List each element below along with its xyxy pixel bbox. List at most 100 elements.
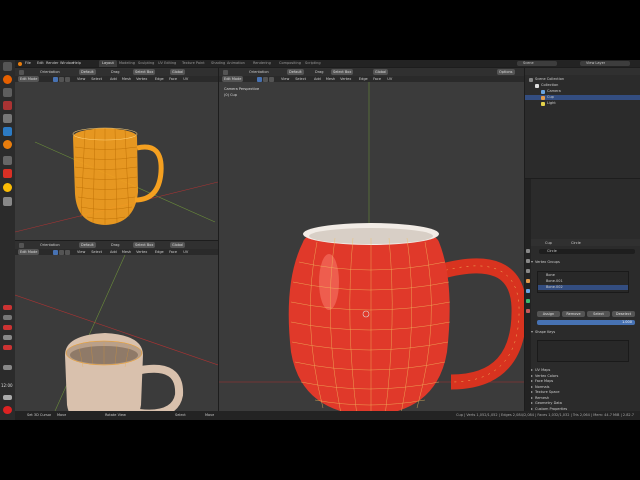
material-tab-icon[interactable]: [526, 309, 530, 313]
transform-pivot-icon[interactable]: [223, 69, 228, 75]
menu-window[interactable]: Window: [60, 60, 74, 67]
vertex-select-icon[interactable]: [53, 249, 58, 255]
object-breadcrumb: Cup: [545, 240, 552, 245]
modifier-tab-icon[interactable]: [526, 289, 530, 293]
outliner-item-cup[interactable]: Cup: [525, 95, 640, 100]
mesh-name-field[interactable]: Circle: [539, 249, 635, 254]
section-label: Geometry Data: [535, 401, 562, 405]
firefox-icon[interactable]: [3, 75, 12, 84]
collapse-arrow-icon: [531, 369, 533, 371]
edge-select-icon[interactable]: [263, 76, 268, 82]
tray-icon[interactable]: [3, 325, 12, 330]
gimp-icon[interactable]: [3, 169, 12, 178]
blender-icon[interactable]: [3, 140, 12, 149]
workspace-tab-rendering[interactable]: Rendering: [253, 60, 271, 67]
volume-icon[interactable]: [3, 365, 12, 370]
vertex-group-item[interactable]: Bone: [538, 273, 628, 278]
transform-pivot-icon[interactable]: [19, 242, 24, 248]
menu-edit[interactable]: Edit: [37, 60, 44, 67]
blender-logo-icon[interactable]: [18, 61, 22, 66]
menu-file[interactable]: File: [25, 60, 31, 67]
face-select-icon[interactable]: [65, 249, 70, 255]
vertex-group-item[interactable]: Bone.002: [538, 285, 628, 290]
tray-icon[interactable]: [3, 315, 12, 320]
select-button[interactable]: Select: [587, 311, 610, 317]
transform-orientation-dropdown[interactable]: Global: [373, 69, 389, 75]
chrome-icon[interactable]: [3, 183, 12, 192]
vertex-select-icon[interactable]: [257, 76, 262, 82]
tool-tab-icon[interactable]: [526, 249, 530, 253]
orientation-dropdown[interactable]: Default: [79, 242, 96, 248]
document-icon[interactable]: [3, 114, 12, 123]
app-menu-icon[interactable]: [3, 62, 12, 71]
workspace-tab-shading[interactable]: Shading: [211, 60, 225, 67]
menu-help[interactable]: Help: [73, 60, 81, 67]
remove-button[interactable]: Remove: [562, 311, 585, 317]
terminal-icon[interactable]: [3, 101, 12, 110]
tray-icon[interactable]: [3, 305, 12, 310]
workspace-tab-compositing[interactable]: Compositing: [279, 60, 301, 67]
face-select-icon[interactable]: [65, 76, 70, 82]
select-box-dropdown[interactable]: Select Box: [133, 69, 156, 75]
workspace-tab-modeling[interactable]: Modeling: [119, 60, 135, 67]
menu-render[interactable]: Render: [46, 60, 58, 67]
scene-selector[interactable]: Scene: [517, 61, 557, 66]
record-icon[interactable]: [3, 406, 12, 414]
collapse-arrow-icon: [531, 402, 533, 404]
workspace-tab-texture-paint[interactable]: Texture Paint: [182, 60, 205, 67]
workspace-tab-animation[interactable]: Animation: [227, 60, 245, 67]
orientation-label: Orientation: [40, 243, 60, 247]
weight-slider[interactable]: 1.000: [537, 320, 635, 325]
view-layer-selector[interactable]: View Layer: [580, 61, 630, 66]
select-box-dropdown[interactable]: Select Box: [331, 69, 354, 75]
edge-select-icon[interactable]: [59, 249, 64, 255]
mesh-data-tab-icon[interactable]: [526, 299, 530, 303]
vertex-groups-section-header[interactable]: Vertex Groups: [531, 259, 638, 265]
face-select-icon[interactable]: [269, 76, 274, 82]
os-dock: 12:00: [0, 60, 15, 420]
viewport-bottom-left[interactable]: Orientation Default Drag Select Box Glob…: [15, 241, 218, 411]
transform-orientation-dropdown[interactable]: Global: [170, 69, 186, 75]
settings-icon[interactable]: [3, 197, 12, 206]
workspace-tab-sculpting[interactable]: Sculpting: [138, 60, 154, 67]
top-menu-bar: File Edit Render Window Help Layout Modeling S…: [15, 60, 640, 67]
drag-label: Drag: [111, 243, 120, 247]
assign-button[interactable]: Assign: [537, 311, 560, 317]
drag-label: Drag: [111, 70, 120, 74]
outliner-item-scene-collection[interactable]: Scene Collection: [525, 77, 640, 82]
workspace-tab-uv-editing[interactable]: UV Editing: [158, 60, 176, 67]
outliner-item-light[interactable]: Light: [525, 101, 640, 106]
workspace-tab-layout[interactable]: Layout: [99, 60, 117, 67]
tray-icon[interactable]: [3, 345, 12, 350]
orientation-dropdown[interactable]: Default: [79, 69, 96, 75]
files-icon[interactable]: [3, 88, 12, 97]
output-tab-icon[interactable]: [526, 269, 530, 273]
vertex-select-icon[interactable]: [53, 76, 58, 82]
code-icon[interactable]: [3, 127, 12, 136]
select-box-dropdown[interactable]: Select Box: [133, 242, 156, 248]
transform-pivot-icon[interactable]: [19, 69, 24, 75]
properties-panel: Cup Circle Circle Vertex Groups Bone Bone…: [525, 179, 640, 411]
deselect-button[interactable]: Deselect: [612, 311, 635, 317]
viewport-canvas-main: [219, 82, 524, 411]
viewport-main[interactable]: Orientation Default Drag Select Box Glob…: [219, 68, 524, 411]
object-tab-icon[interactable]: [526, 279, 530, 283]
orientation-label: Orientation: [40, 70, 60, 74]
render-tab-icon[interactable]: [526, 259, 530, 263]
edge-select-icon[interactable]: [59, 76, 64, 82]
viewport-top-left[interactable]: Orientation Default Drag Select Box Glob…: [15, 68, 218, 240]
outliner-item-camera[interactable]: Camera: [525, 89, 640, 94]
orientation-dropdown[interactable]: Default: [287, 69, 304, 75]
transform-orientation-dropdown[interactable]: Global: [170, 242, 186, 248]
section-label: Vertex Colors: [535, 373, 559, 378]
pen-icon[interactable]: [3, 395, 12, 400]
options-dropdown[interactable]: Options: [497, 69, 515, 75]
outliner-item-label: Light: [547, 101, 556, 105]
tray-icon[interactable]: [3, 335, 12, 340]
vertex-group-item[interactable]: Bone.001: [538, 279, 628, 284]
pen-icon[interactable]: [3, 156, 12, 165]
workspace-tab-scripting[interactable]: Scripting: [305, 60, 321, 67]
outliner-item-collection[interactable]: Collection: [525, 83, 640, 88]
shape-keys-section-header[interactable]: Shape Keys: [531, 329, 638, 335]
section-label: Texture Space: [535, 390, 560, 394]
